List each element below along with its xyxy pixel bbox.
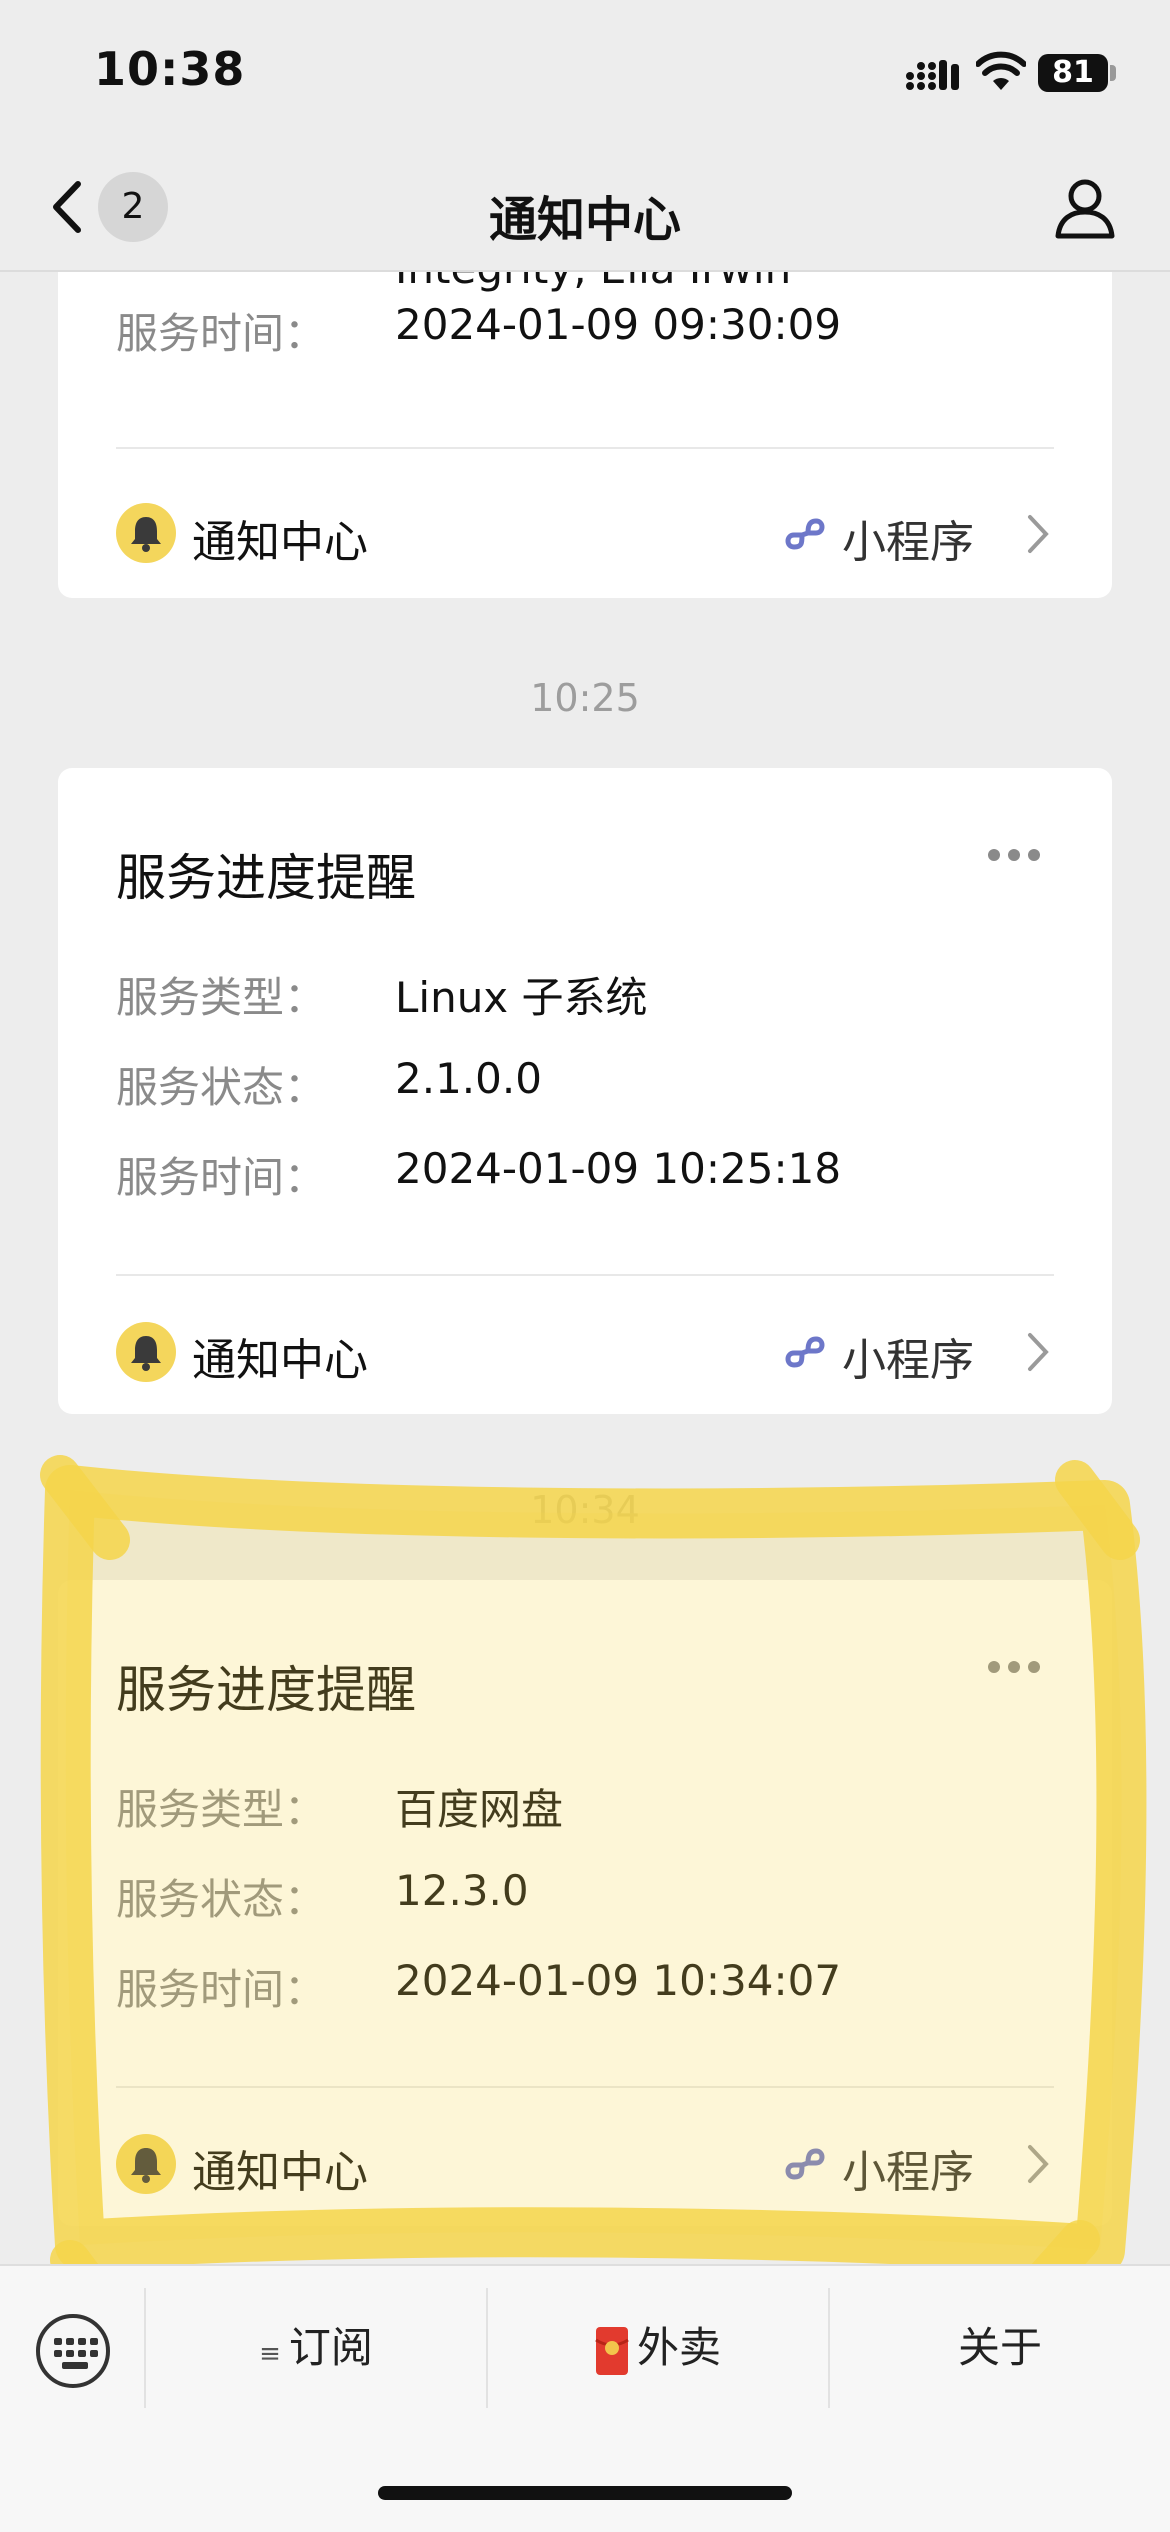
service-time-value: 2024-01-09 10:34:07 [395,1956,842,2005]
divider [116,1274,1054,1276]
message-list[interactable]: Integrity, Ella Irwin 服务时间： 2024-01-09 0… [0,272,1170,2264]
mini-program-label[interactable]: 小程序 [842,506,974,570]
red-envelope-icon [595,2326,629,2375]
screen: 10:38 81 2 通知中心 Inte [0,0,1170,2532]
mini-program-icon[interactable] [780,1327,830,1377]
service-time-label: 服务时间： [116,1153,327,1202]
menu-subscribe[interactable]: ≡ 订阅 [146,2288,486,2408]
service-type-value: Linux 子系统 [395,973,648,1022]
cellular-signal-icon [906,60,959,90]
menu-about-label: 关于 [957,2323,1042,2372]
menu-about[interactable]: 关于 [830,2288,1170,2408]
menu-takeout-label: 外卖 [636,2323,721,2372]
service-time-value: 2024-01-09 10:25:18 [395,1144,842,1193]
notification-card: 服务进度提醒 服务类型： 百度网盘 服务状态： 12.3.0 服务时间： 202… [58,1580,1112,2226]
mini-program-label[interactable]: 小程序 [842,1324,974,1388]
service-status-value: 2.1.0.0 [395,1054,542,1103]
mini-program-label[interactable]: 小程序 [842,2136,974,2200]
chevron-right-icon[interactable] [1024,2141,1052,2187]
service-status-label: 服务状态： [116,1063,327,1112]
service-type-label: 服务类型： [116,1785,327,1834]
service-type-value: 百度网盘 [395,1785,564,1834]
timestamp: 10:25 [530,676,640,720]
service-status-value: 12.3.0 [395,1866,529,1915]
service-time-label: 服务时间： [116,309,327,358]
profile-icon[interactable] [1054,176,1116,240]
card-title: 服务进度提醒 [116,849,416,907]
keyboard-icon[interactable] [36,2314,110,2388]
card-title: 服务进度提醒 [116,1661,416,1719]
mini-program-icon[interactable] [780,509,830,559]
status-time: 10:38 [94,42,246,96]
wifi-icon [976,51,1026,90]
status-bar: 10:38 81 [0,0,1170,150]
timestamp: 10:34 [530,1488,640,1532]
list-icon: ≡ [259,2339,281,2369]
divider [116,447,1054,449]
service-time-value: 2024-01-09 09:30:09 [395,300,842,349]
service-time-label: 服务时间： [116,1965,327,2014]
more-options-icon[interactable] [988,1658,1048,1673]
menu-takeout[interactable]: 外卖 [488,2288,828,2408]
home-indicator [378,2486,792,2500]
chevron-right-icon[interactable] [1024,511,1052,557]
more-options-icon[interactable] [988,846,1048,861]
bell-icon [116,2134,176,2194]
battery-icon: 81 [1038,54,1108,92]
bell-icon [116,1322,176,1382]
page-title: 通知中心 [488,192,681,248]
bell-icon [116,503,176,563]
notification-card: Integrity, Ella Irwin 服务时间： 2024-01-09 0… [58,272,1112,598]
source-label[interactable]: 通知中心 [192,1324,368,1388]
menu-subscribe-label: 订阅 [288,2323,373,2372]
mini-program-icon[interactable] [780,2139,830,2189]
battery-tip [1110,65,1116,81]
partial-text: Integrity, Ella Irwin [395,272,791,293]
divider [116,2086,1054,2088]
source-label[interactable]: 通知中心 [192,506,368,570]
service-status-label: 服务状态： [116,1875,327,1924]
source-label[interactable]: 通知中心 [192,2136,368,2200]
chevron-right-icon[interactable] [1024,1329,1052,1375]
service-type-label: 服务类型： [116,973,327,1022]
notification-card: 服务进度提醒 服务类型： Linux 子系统 服务状态： 2.1.0.0 服务时… [58,768,1112,1414]
navigation-bar: 2 通知中心 [0,150,1170,272]
